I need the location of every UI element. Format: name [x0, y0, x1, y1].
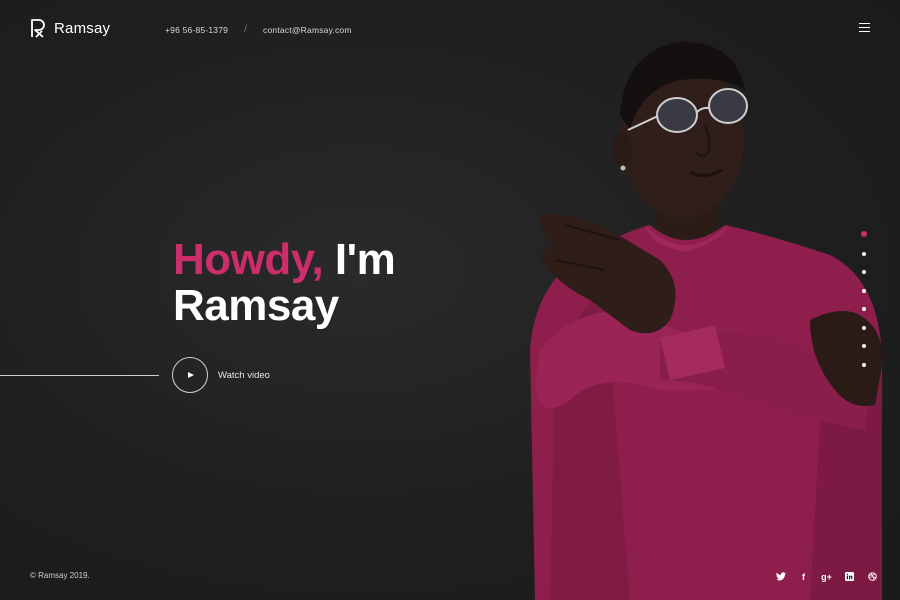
pager-dot[interactable]	[862, 307, 866, 311]
google-plus-icon[interactable]: g+	[821, 571, 832, 582]
twitter-icon[interactable]	[775, 571, 786, 582]
social-links: f g+	[775, 571, 878, 582]
hero-heading: Howdy, I'm Ramsay	[173, 235, 396, 330]
pager-dot[interactable]	[862, 344, 866, 348]
pager-dot[interactable]	[862, 251, 866, 256]
linkedin-icon[interactable]	[844, 571, 855, 582]
watch-video-label[interactable]: Watch video	[218, 370, 270, 381]
hero-intro: I'm	[334, 235, 396, 284]
pager-dot[interactable]	[861, 231, 867, 237]
play-button[interactable]	[172, 357, 208, 393]
email-link[interactable]: contact@Ramsay.com	[263, 25, 352, 35]
pager-dot[interactable]	[862, 288, 866, 293]
contact-separator: /	[244, 24, 248, 35]
brand-name: Ramsay	[54, 19, 111, 37]
r-monogram-icon	[31, 19, 45, 38]
hero-name: Ramsay	[173, 281, 339, 330]
phone-link[interactable]: +96 56-85-1379	[165, 25, 228, 35]
page: Ramsay +96 56-85-1379 / contact@Ramsay.c…	[0, 0, 900, 600]
copyright-text: © Ramsay 2019.	[30, 571, 90, 580]
section-pager	[861, 231, 867, 381]
watch-video-line	[0, 375, 159, 376]
contact-info: +96 56-85-1379 / contact@Ramsay.com	[165, 24, 352, 35]
pager-dot[interactable]	[862, 362, 866, 367]
dribbble-icon[interactable]	[867, 571, 878, 582]
play-icon	[188, 372, 194, 378]
pager-dot[interactable]	[862, 325, 866, 330]
facebook-icon[interactable]: f	[798, 571, 809, 582]
logo[interactable]: Ramsay	[30, 18, 110, 38]
portrait-image	[530, 41, 883, 600]
hero-greeting: Howdy,	[173, 235, 324, 284]
pager-dot[interactable]	[862, 270, 866, 274]
